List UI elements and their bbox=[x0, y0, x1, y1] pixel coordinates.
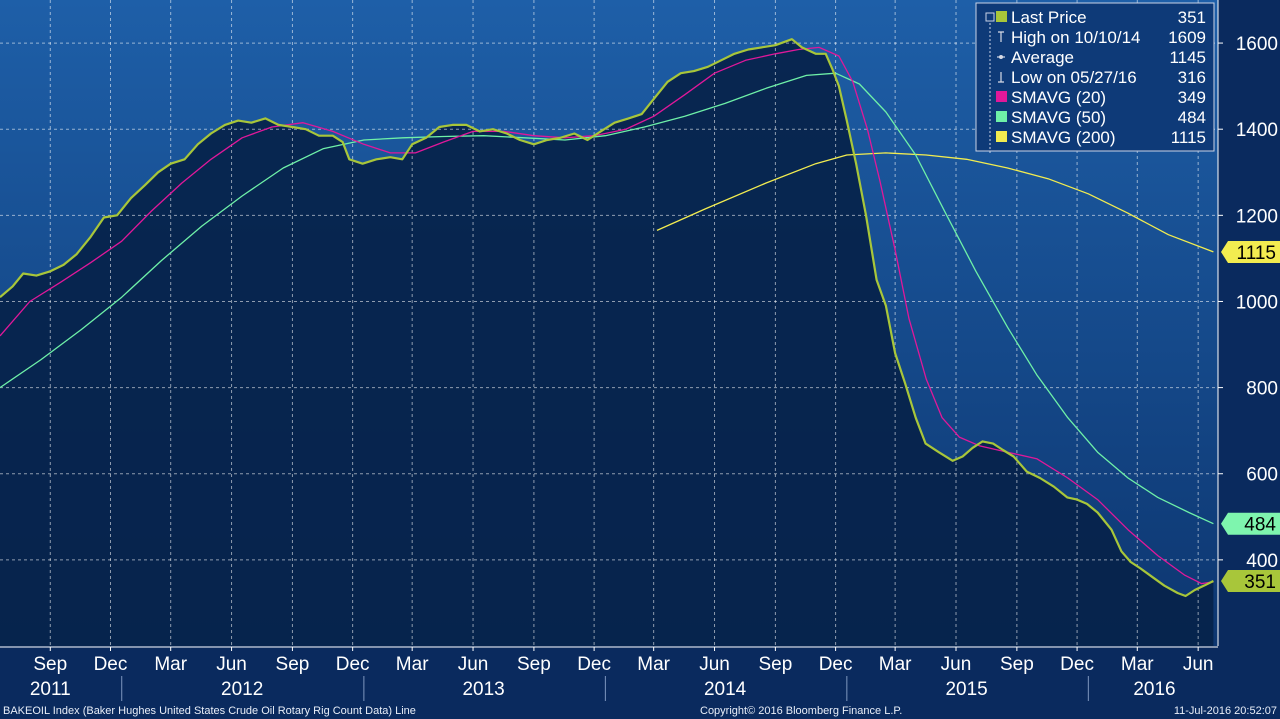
chart: 400 600 800 1000 1200 1400 1600 Sep Dec Mar Jun Sep… bbox=[0, 0, 1280, 719]
legend-label-smavg-200: SMAVG (200) bbox=[1011, 128, 1116, 147]
legend-value-smavg-50: 484 bbox=[1178, 108, 1206, 127]
x-tick-label: Mar bbox=[879, 654, 912, 675]
year-label: 2013 bbox=[462, 679, 504, 700]
value-tag: 1115 bbox=[1221, 240, 1280, 264]
copyright: Copyright© 2016 Bloomberg Finance L.P. bbox=[700, 705, 903, 717]
legend-value-smavg-20: 349 bbox=[1178, 88, 1206, 107]
x-tick-label: Sep bbox=[758, 654, 792, 675]
x-tick-label: Sep bbox=[1000, 654, 1034, 675]
value-tag: 351 bbox=[1221, 569, 1280, 593]
legend-value-last-price: 351 bbox=[1178, 8, 1206, 27]
x-tick-label: Jun bbox=[458, 654, 489, 675]
year-label: 2012 bbox=[221, 679, 263, 700]
legend-average-dot bbox=[999, 55, 1003, 59]
axis-panel bbox=[1218, 0, 1280, 703]
y-tick-label: 1600 bbox=[1236, 34, 1278, 55]
legend-swatch-smavg-20 bbox=[996, 91, 1007, 102]
x-tick-label: Jun bbox=[699, 654, 730, 675]
y-tick-label: 1400 bbox=[1236, 120, 1278, 141]
y-tick-label: 600 bbox=[1246, 465, 1278, 486]
y-tick-label: 1000 bbox=[1236, 292, 1278, 313]
x-tick-label: Sep bbox=[276, 654, 310, 675]
value-tag-label: 351 bbox=[1244, 572, 1276, 593]
value-tag: 484 bbox=[1221, 512, 1280, 536]
x-tick-label: Mar bbox=[637, 654, 670, 675]
timestamp: 11-Jul-2016 20:52:07 bbox=[1173, 705, 1277, 717]
x-tick-label: Dec bbox=[819, 654, 853, 675]
x-tick-label: Dec bbox=[336, 654, 370, 675]
x-tick-label: Sep bbox=[517, 654, 551, 675]
x-tick-label: Sep bbox=[33, 654, 67, 675]
legend-label-smavg-50: SMAVG (50) bbox=[1011, 108, 1106, 127]
y-tick-label: 1200 bbox=[1236, 206, 1278, 227]
year-label: 2014 bbox=[704, 679, 747, 700]
x-tick-label: Mar bbox=[396, 654, 429, 675]
legend-label-average: Average bbox=[1011, 48, 1074, 67]
year-label: 2011 bbox=[30, 679, 71, 700]
year-label: 2015 bbox=[945, 679, 987, 700]
legend-label-high-on-10-10-14: High on 10/10/14 bbox=[1011, 28, 1141, 47]
x-tick-label: Jun bbox=[941, 654, 972, 675]
footer: BAKEOIL Index (Baker Hughes United State… bbox=[0, 703, 1280, 719]
legend-label-smavg-20: SMAVG (20) bbox=[1011, 88, 1106, 107]
legend-value-average: 1145 bbox=[1169, 48, 1206, 67]
chart-title: BAKEOIL Index (Baker Hughes United State… bbox=[3, 705, 416, 717]
legend-label-low-on-05-27-16: Low on 05/27/16 bbox=[1011, 68, 1137, 87]
legend-swatch-last-price bbox=[996, 11, 1007, 22]
x-tick-label: Mar bbox=[154, 654, 187, 675]
legend-swatch-smavg-50 bbox=[996, 111, 1007, 122]
legend-value-smavg-200: 1115 bbox=[1171, 128, 1206, 147]
legend-label-last-price: Last Price bbox=[1011, 8, 1087, 27]
x-tick-label: Dec bbox=[1060, 654, 1094, 675]
legend-swatch-smavg-200 bbox=[996, 131, 1007, 142]
x-tick-label: Jun bbox=[216, 654, 247, 675]
legend-value-low-on-05-27-16: 316 bbox=[1178, 68, 1206, 87]
year-label: 2016 bbox=[1133, 679, 1175, 700]
x-tick-label: Mar bbox=[1121, 654, 1154, 675]
legend-value-high-on-10-10-14: 1609 bbox=[1168, 28, 1206, 47]
y-tick-label: 400 bbox=[1246, 551, 1278, 572]
y-tick-label: 800 bbox=[1246, 379, 1278, 400]
chart-svg: 400 600 800 1000 1200 1400 1600 Sep Dec Mar Jun Sep… bbox=[0, 0, 1280, 703]
value-tag-label: 1115 bbox=[1237, 243, 1276, 264]
x-tick-label: Dec bbox=[94, 654, 128, 675]
x-tick-label: Jun bbox=[1183, 654, 1214, 675]
x-tick-label: Dec bbox=[577, 654, 611, 675]
value-tag-label: 484 bbox=[1244, 515, 1276, 536]
